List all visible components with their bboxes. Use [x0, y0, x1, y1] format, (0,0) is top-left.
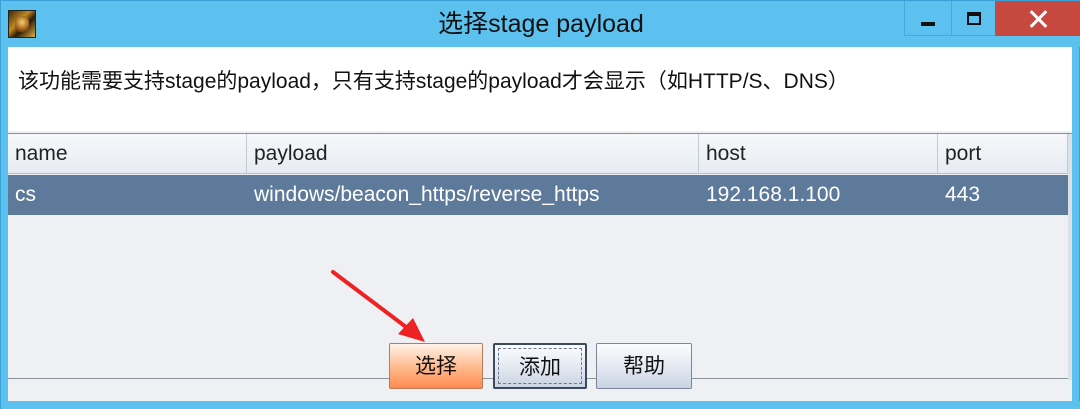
select-button[interactable]: 选择 — [389, 343, 483, 389]
close-button[interactable] — [995, 1, 1080, 36]
cell-host: 192.168.1.100 — [706, 183, 841, 206]
table-header: name payload host port — [8, 134, 1068, 174]
cell-payload: windows/beacon_https/reverse_https — [254, 183, 600, 206]
add-button[interactable]: 添加 — [493, 343, 587, 389]
description-text: 该功能需要支持stage的payload，只有支持stage的payload才会… — [18, 70, 849, 93]
help-button[interactable]: 帮助 — [596, 343, 692, 389]
table-scroll-gutter — [1068, 134, 1072, 380]
column-header-name[interactable]: name — [8, 134, 247, 174]
title-bar[interactable]: 选择stage payload — [1, 1, 1080, 47]
dialog-content: 该功能需要支持stage的payload，只有支持stage的payload才会… — [8, 47, 1072, 401]
column-header-port[interactable]: port — [938, 134, 1068, 174]
maximize-icon — [966, 11, 981, 25]
focus-ring — [498, 348, 582, 384]
minimize-button[interactable] — [904, 1, 951, 36]
close-icon — [1029, 10, 1047, 28]
column-header-host[interactable]: host — [699, 134, 938, 174]
cell-port: 443 — [945, 183, 981, 206]
column-header-payload[interactable]: payload — [247, 134, 699, 174]
cell-name: cs — [15, 183, 36, 206]
table-row[interactable]: cs windows/beacon_https/reverse_https 19… — [8, 175, 1068, 215]
maximize-button[interactable] — [951, 1, 995, 36]
minimize-icon — [921, 22, 935, 26]
description-panel: 该功能需要支持stage的payload，只有支持stage的payload才会… — [8, 47, 1072, 131]
window-bottom-border — [1, 401, 1080, 409]
dialog-window: 选择stage payload 该功能需要支持stage的payload，只有支… — [0, 0, 1080, 409]
